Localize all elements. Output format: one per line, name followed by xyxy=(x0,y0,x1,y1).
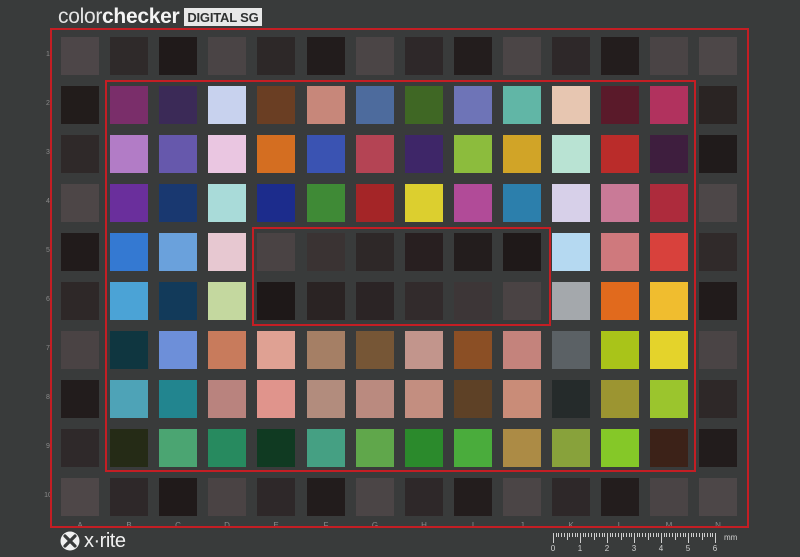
ruler-tick xyxy=(577,533,578,537)
ruler-number-3: 3 xyxy=(631,544,637,553)
xrite-logo-text: x·rite xyxy=(84,529,126,552)
ruler-number-2: 2 xyxy=(604,544,610,553)
inner-selection-outline xyxy=(252,227,551,326)
ruler-tick xyxy=(712,533,713,537)
ruler-tick xyxy=(653,533,654,537)
ruler-tick xyxy=(672,533,673,537)
ruler-tick xyxy=(645,533,646,537)
color-checker-chart: color checker DIGITAL SG ABCDEFGHIJKLMN … xyxy=(0,0,800,557)
ruler-tick xyxy=(631,533,632,537)
ruler-tick xyxy=(669,533,670,537)
ruler-tick xyxy=(618,533,619,537)
ruler-tick xyxy=(704,533,705,537)
ruler-tick xyxy=(629,533,630,537)
ruler-tick xyxy=(567,533,568,540)
ruler-tick xyxy=(615,533,616,537)
ruler-tick xyxy=(583,533,584,537)
ruler-tick xyxy=(556,533,557,537)
ruler-tick xyxy=(612,533,613,537)
ruler-tick xyxy=(599,533,600,537)
ruler-tick xyxy=(710,533,711,537)
ruler-number-4: 4 xyxy=(658,544,664,553)
ruler-tick xyxy=(585,533,586,537)
ruler-tick xyxy=(677,533,678,537)
ruler-tick xyxy=(639,533,640,537)
ruler-number-6: 6 xyxy=(712,544,718,553)
ruler-tick xyxy=(572,533,573,537)
ruler-tick xyxy=(702,533,703,540)
ruler-tick xyxy=(688,533,689,543)
ruler-tick xyxy=(602,533,603,537)
ruler-tick xyxy=(685,533,686,537)
ruler-tick xyxy=(621,533,622,540)
ruler-tick xyxy=(658,533,659,537)
ruler-tick xyxy=(591,533,592,537)
ruler-tick xyxy=(588,533,589,537)
ruler-tick xyxy=(680,533,681,537)
ruler-tick xyxy=(569,533,570,537)
ruler-tick xyxy=(558,533,559,537)
ruler-tick xyxy=(693,533,694,537)
ruler-tick xyxy=(715,533,716,543)
ruler-tick xyxy=(626,533,627,537)
ruler-number-1: 1 xyxy=(577,544,583,553)
ruler-tick xyxy=(607,533,608,543)
ruler-tick xyxy=(707,533,708,537)
ruler-tick xyxy=(675,533,676,540)
xrite-logo-icon xyxy=(60,531,80,551)
ruler-tick xyxy=(664,533,665,537)
ruler-tick xyxy=(696,533,697,537)
ruler-tick xyxy=(596,533,597,537)
ruler-tick xyxy=(642,533,643,537)
ruler-tick xyxy=(666,533,667,537)
ruler-tick xyxy=(580,533,581,543)
ruler-tick xyxy=(575,533,576,537)
ruler-tick xyxy=(637,533,638,537)
ruler-tick xyxy=(699,533,700,537)
ruler-tick xyxy=(648,533,649,540)
ruler-number-5: 5 xyxy=(685,544,691,553)
ruler-number-0: 0 xyxy=(550,544,556,553)
ruler-tick xyxy=(661,533,662,543)
ruler-tick xyxy=(650,533,651,537)
ruler-tick xyxy=(561,533,562,537)
ruler-tick xyxy=(604,533,605,537)
ruler-tick xyxy=(564,533,565,537)
ruler-tick xyxy=(623,533,624,537)
ruler-tick xyxy=(594,533,595,540)
xrite-logo: x·rite xyxy=(60,528,126,554)
ruler-tick xyxy=(691,533,692,537)
ruler-tick xyxy=(610,533,611,537)
mm-ruler: mm 0 1 2 3 4 5 6 xyxy=(550,533,740,555)
ruler-tick xyxy=(634,533,635,543)
ruler-unit: mm xyxy=(724,533,738,542)
ruler-tick xyxy=(683,533,684,537)
ruler-tick xyxy=(656,533,657,537)
ruler-tick xyxy=(553,533,554,543)
